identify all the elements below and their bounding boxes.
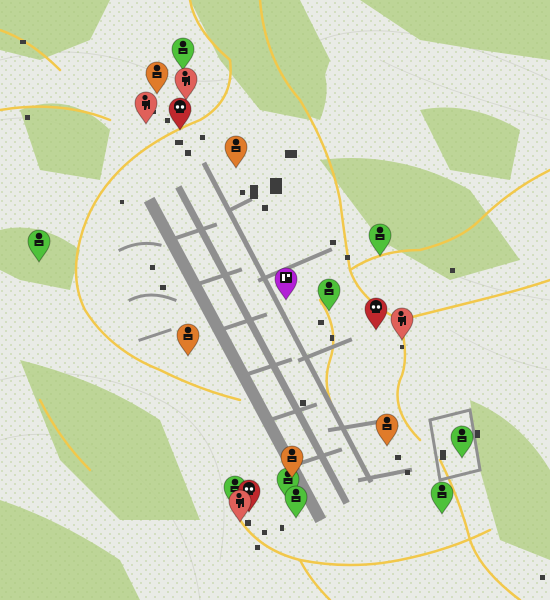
map-marker-soldier[interactable] (449, 425, 475, 459)
map-marker-hunter[interactable] (389, 307, 415, 341)
map-marker-hunter[interactable] (173, 67, 199, 101)
map-marker-skull[interactable] (167, 97, 193, 131)
map-marker-hunter[interactable] (133, 91, 159, 125)
map-marker-soldier[interactable] (367, 223, 393, 257)
map-marker-soldier[interactable] (316, 278, 342, 312)
map-marker-soldier[interactable] (26, 229, 52, 263)
map-marker-skull[interactable] (363, 297, 389, 331)
map-marker-soldier[interactable] (429, 481, 455, 515)
map-marker-soldier[interactable] (283, 485, 309, 519)
map-marker-soldier[interactable] (223, 135, 249, 169)
map-marker-soldier[interactable] (374, 413, 400, 447)
map-marker-soldier[interactable] (279, 445, 305, 479)
map-marker-soldier[interactable] (144, 61, 170, 95)
trader-icon (280, 272, 292, 283)
map-marker-soldier[interactable] (175, 323, 201, 357)
map-marker-trader[interactable] (273, 267, 299, 301)
map-canvas[interactable] (0, 0, 550, 600)
map-marker-soldier[interactable] (170, 37, 196, 71)
map-marker-hunter[interactable] (227, 489, 253, 523)
